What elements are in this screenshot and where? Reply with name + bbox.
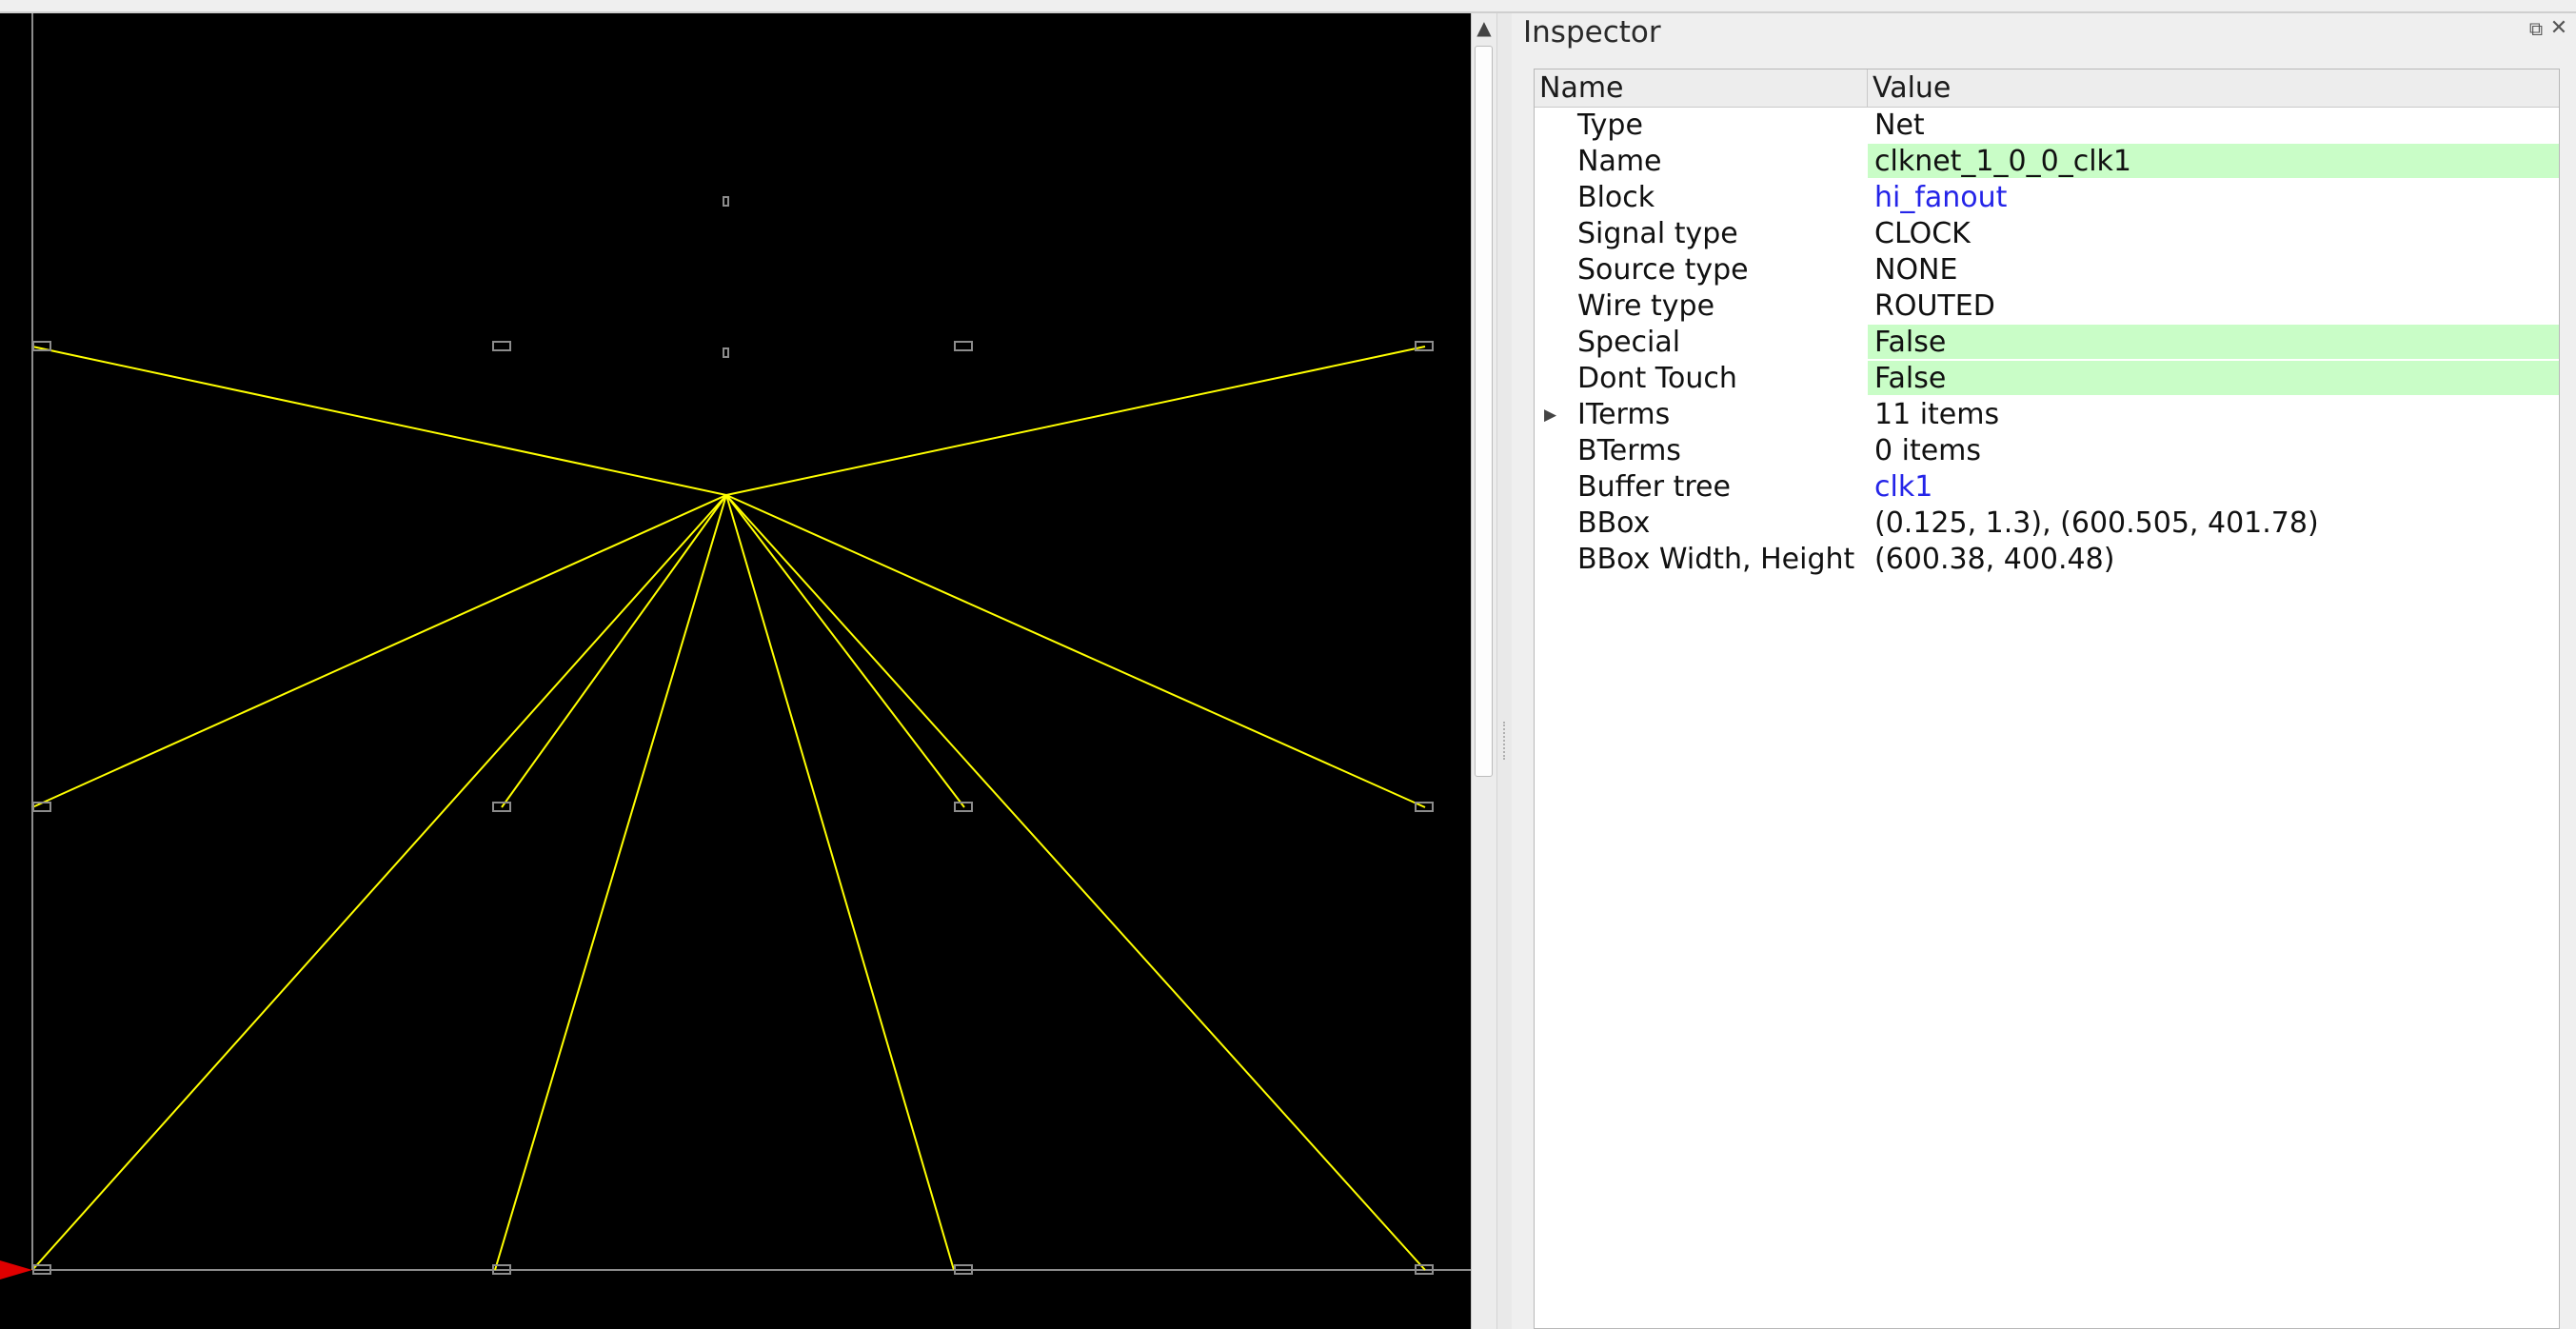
pin-shape xyxy=(954,341,973,351)
dock-splitter-handle[interactable] xyxy=(1496,13,1512,1329)
property-value-editable[interactable]: clknet_1_0_0_clk1 xyxy=(1868,144,2559,178)
property-value: ROUTED xyxy=(1874,289,1995,323)
property-name: Source type xyxy=(1577,253,1749,287)
layout-canvas[interactable] xyxy=(0,13,1471,1329)
close-panel-icon[interactable]: ✕ xyxy=(2549,18,2568,39)
inspector-title: Inspector xyxy=(1523,15,1661,50)
property-name: Dont Touch xyxy=(1577,362,1737,395)
scrollbar-thumb[interactable] xyxy=(1475,46,1493,777)
property-name: Block xyxy=(1577,181,1655,214)
net-wire xyxy=(725,346,1426,496)
property-row[interactable]: Buffer tree clk1 xyxy=(1535,469,2559,506)
top-edge-bar xyxy=(0,0,2576,13)
pin-shape xyxy=(723,347,729,358)
property-row[interactable]: BBox Width, Height (600.38, 400.48) xyxy=(1535,542,2559,578)
net-wire xyxy=(725,494,1426,1271)
pin-shape xyxy=(723,196,729,207)
property-value: CLOCK xyxy=(1874,217,1971,250)
tree-header: Name Value xyxy=(1535,69,2559,108)
property-value: NONE xyxy=(1874,253,1958,287)
property-tree[interactable]: Name Value Type Net Name clknet_1_0_0_clk1 B… xyxy=(1534,69,2560,1329)
layout-viewer[interactable] xyxy=(0,13,1471,1329)
net-wire xyxy=(31,494,727,808)
expand-arrow-icon[interactable]: ▶ xyxy=(1544,397,1563,433)
property-name: BBox xyxy=(1577,506,1651,540)
property-value: (600.38, 400.48) xyxy=(1874,543,2115,576)
property-value-link[interactable]: hi_fanout xyxy=(1868,180,2559,214)
layout-vertical-scrollbar[interactable]: ▲ xyxy=(1471,13,1496,1329)
property-name: Wire type xyxy=(1577,289,1715,323)
property-row[interactable]: Name clknet_1_0_0_clk1 xyxy=(1535,144,2559,180)
net-wire xyxy=(501,494,727,808)
property-row[interactable]: Wire type ROUTED xyxy=(1535,288,2559,325)
property-row[interactable]: BBox (0.125, 1.3), (600.505, 401.78) xyxy=(1535,506,2559,542)
property-row[interactable]: ▶ ITerms 11 items xyxy=(1535,397,2559,433)
property-row[interactable]: Source type NONE xyxy=(1535,252,2559,288)
property-name: ITerms xyxy=(1577,398,1671,431)
property-row[interactable]: Block hi_fanout xyxy=(1535,180,2559,216)
property-value-editable[interactable]: False xyxy=(1868,361,2559,395)
column-header-name[interactable]: Name xyxy=(1535,69,1868,107)
property-row[interactable]: Type Net xyxy=(1535,108,2559,144)
inspector-panel: Inspector ⧉ ✕ Name Value Type Net Name clkn… xyxy=(1512,13,2576,1329)
property-value-link[interactable]: clk1 xyxy=(1868,469,2559,504)
net-wire xyxy=(725,494,965,808)
io-port-marker xyxy=(0,1260,32,1279)
splitter-grip-icon xyxy=(1503,722,1507,760)
property-name: Signal type xyxy=(1577,217,1738,250)
property-row[interactable]: Dont Touch False xyxy=(1535,361,2559,397)
property-name: Buffer tree xyxy=(1577,470,1731,504)
property-name: Name xyxy=(1577,145,1662,178)
net-wire xyxy=(725,494,1426,808)
property-row[interactable]: Signal type CLOCK xyxy=(1535,216,2559,252)
float-panel-icon[interactable]: ⧉ xyxy=(2526,19,2546,38)
net-wire xyxy=(725,494,955,1271)
property-value: (0.125, 1.3), (600.505, 401.78) xyxy=(1874,506,2319,540)
property-value: 0 items xyxy=(1874,434,1982,467)
scroll-up-arrow-icon[interactable]: ▲ xyxy=(1472,13,1496,42)
property-value: Net xyxy=(1874,109,1925,142)
property-row[interactable]: BTerms 0 items xyxy=(1535,433,2559,469)
tree-rows: Type Net Name clknet_1_0_0_clk1 Block hi_fano… xyxy=(1535,108,2559,578)
property-name: Special xyxy=(1577,326,1681,359)
net-wire xyxy=(31,494,727,1271)
property-name: Type xyxy=(1577,109,1643,142)
property-row[interactable]: Special False xyxy=(1535,325,2559,361)
property-name: BTerms xyxy=(1577,434,1681,467)
property-value-editable[interactable]: False xyxy=(1868,325,2559,359)
property-value: 11 items xyxy=(1874,398,2000,431)
net-wire xyxy=(31,346,727,496)
pin-shape xyxy=(492,341,511,351)
column-header-value[interactable]: Value xyxy=(1868,69,2559,107)
property-name: BBox Width, Height xyxy=(1577,543,1855,576)
net-wire xyxy=(494,494,727,1271)
